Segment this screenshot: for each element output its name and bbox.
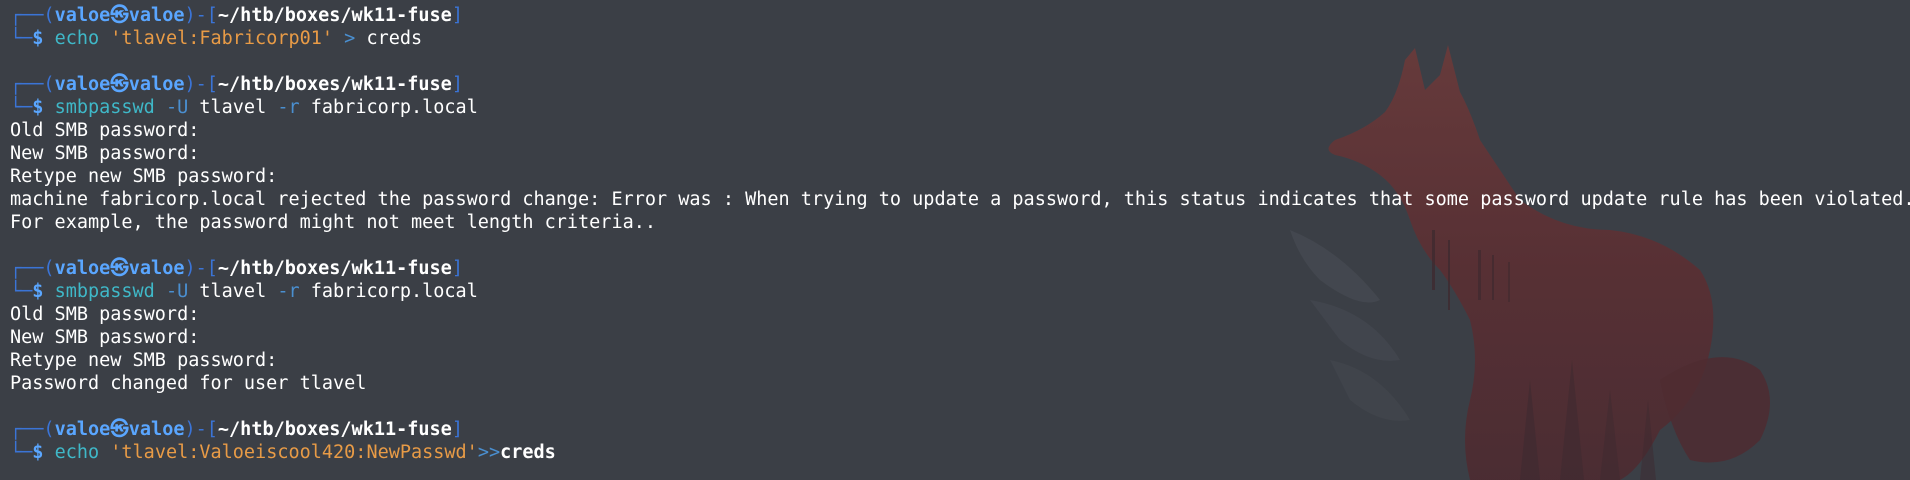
prompt-separator: )-[ bbox=[184, 74, 218, 95]
command-arg: creds bbox=[500, 442, 556, 463]
prompt-path: ~/htb/boxes/wk11-fuse bbox=[217, 74, 452, 95]
prompt-line: ┌──(valoe㉿valoe)-[~/htb/boxes/wk11-fuse] bbox=[10, 73, 1910, 96]
prompt-host: valoe bbox=[128, 5, 185, 26]
command-arg: creds bbox=[366, 28, 423, 49]
command-arg: fabricorp.local bbox=[310, 97, 478, 118]
command-option: -U bbox=[165, 281, 189, 302]
prompt-dollar: $ bbox=[32, 97, 44, 118]
prompt-separator: )-[ bbox=[184, 5, 218, 26]
prompt-corner-top: ┌──( bbox=[10, 258, 55, 279]
output-line: New SMB password: bbox=[10, 327, 200, 348]
command-option: -r bbox=[277, 281, 300, 302]
skull-icon: ㉿ bbox=[110, 5, 129, 26]
command-redirect: >> bbox=[477, 442, 501, 463]
prompt-dollar: $ bbox=[32, 28, 44, 49]
command-name: echo bbox=[54, 442, 100, 463]
command-arg: tlavel bbox=[199, 281, 267, 302]
output-line: Password changed for user tlavel bbox=[10, 373, 367, 394]
prompt-corner-bottom: └─ bbox=[10, 442, 33, 463]
prompt-bracket-end: ] bbox=[451, 5, 463, 26]
command-name: smbpasswd bbox=[54, 97, 155, 118]
command-line: └─$ smbpasswd -U tlavel -r fabricorp.loc… bbox=[10, 96, 1910, 119]
prompt-host: valoe bbox=[128, 258, 185, 279]
output-line: For example, the password might not meet… bbox=[10, 212, 657, 233]
prompt-dollar: $ bbox=[32, 442, 44, 463]
prompt-bracket-end: ] bbox=[451, 74, 463, 95]
skull-icon: ㉿ bbox=[110, 419, 129, 440]
terminal-output[interactable]: ┌──(valoe㉿valoe)-[~/htb/boxes/wk11-fuse]… bbox=[10, 4, 1910, 464]
prompt-user: valoe bbox=[54, 258, 111, 279]
prompt-bracket-end: ] bbox=[451, 258, 463, 279]
prompt-path: ~/htb/boxes/wk11-fuse bbox=[217, 419, 452, 440]
skull-icon: ㉿ bbox=[110, 258, 129, 279]
command-name: smbpasswd bbox=[54, 281, 155, 302]
prompt-user: valoe bbox=[54, 5, 111, 26]
output-line: Old SMB password: bbox=[10, 120, 200, 141]
output-line: Retype new SMB password: bbox=[10, 350, 278, 371]
prompt-user: valoe bbox=[54, 74, 111, 95]
prompt-corner-top: ┌──( bbox=[10, 5, 55, 26]
command-string-arg: 'tlavel:Fabricorp01' bbox=[110, 28, 334, 49]
command-redirect: > bbox=[344, 28, 356, 49]
prompt-user: valoe bbox=[54, 419, 111, 440]
prompt-dollar: $ bbox=[32, 281, 44, 302]
prompt-corner-top: ┌──( bbox=[10, 74, 55, 95]
command-line: └─$ smbpasswd -U tlavel -r fabricorp.loc… bbox=[10, 280, 1910, 303]
prompt-corner-bottom: └─ bbox=[10, 28, 33, 49]
prompt-separator: )-[ bbox=[184, 258, 218, 279]
prompt-host: valoe bbox=[128, 74, 185, 95]
skull-icon: ㉿ bbox=[110, 74, 129, 95]
prompt-path: ~/htb/boxes/wk11-fuse bbox=[217, 5, 452, 26]
output-line: Old SMB password: bbox=[10, 304, 200, 325]
command-string-arg: 'tlavel:Valoeiscool420:NewPasswd' bbox=[110, 442, 478, 463]
prompt-corner-bottom: └─ bbox=[10, 97, 33, 118]
prompt-corner-bottom: └─ bbox=[10, 281, 33, 302]
prompt-line: ┌──(valoe㉿valoe)-[~/htb/boxes/wk11-fuse] bbox=[10, 418, 1910, 441]
output-line: Retype new SMB password: bbox=[10, 166, 278, 187]
prompt-host: valoe bbox=[128, 419, 185, 440]
prompt-corner-top: ┌──( bbox=[10, 419, 55, 440]
command-option: -U bbox=[165, 97, 189, 118]
prompt-path: ~/htb/boxes/wk11-fuse bbox=[217, 258, 452, 279]
output-line: machine fabricorp.local rejected the pas… bbox=[10, 189, 1910, 210]
command-line: └─$ echo 'tlavel:Valoeiscool420:NewPassw… bbox=[10, 441, 1910, 464]
output-line: New SMB password: bbox=[10, 143, 200, 164]
prompt-bracket-end: ] bbox=[451, 419, 463, 440]
command-name: echo bbox=[54, 28, 100, 49]
prompt-line: ┌──(valoe㉿valoe)-[~/htb/boxes/wk11-fuse] bbox=[10, 257, 1910, 280]
command-arg: tlavel bbox=[199, 97, 267, 118]
command-line: └─$ echo 'tlavel:Fabricorp01' > creds bbox=[10, 27, 1910, 50]
command-arg: fabricorp.local bbox=[310, 281, 478, 302]
prompt-separator: )-[ bbox=[184, 419, 218, 440]
prompt-line: ┌──(valoe㉿valoe)-[~/htb/boxes/wk11-fuse] bbox=[10, 4, 1910, 27]
command-option: -r bbox=[277, 97, 300, 118]
